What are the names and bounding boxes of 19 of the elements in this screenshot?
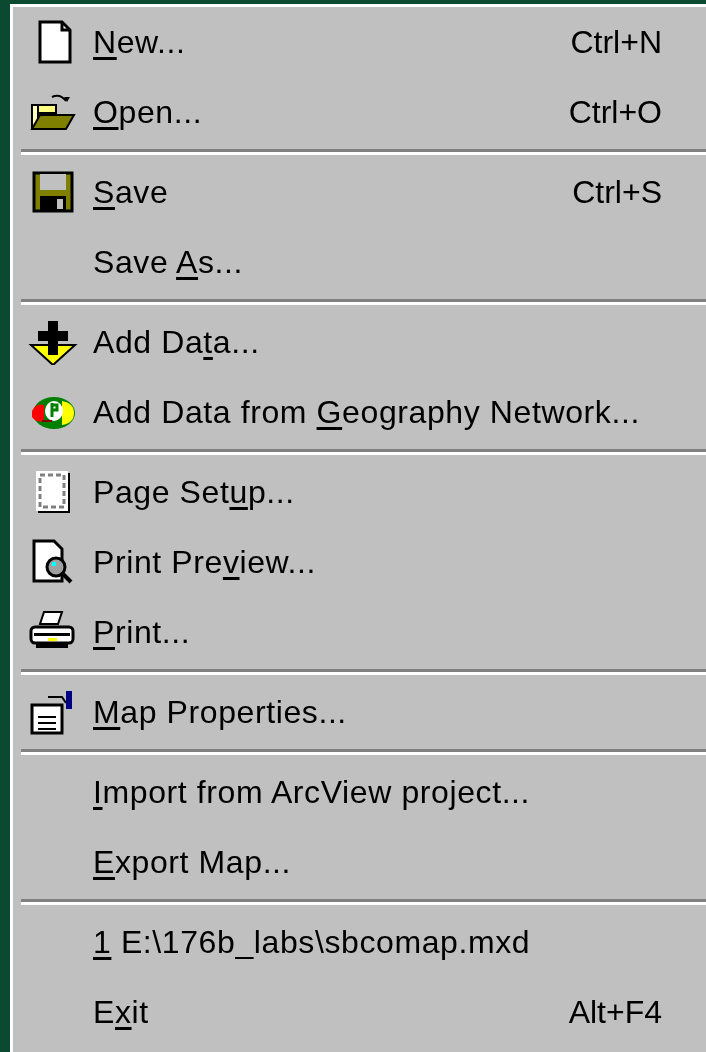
- shortcut-text: Ctrl+N: [570, 23, 662, 61]
- menu-item[interactable]: Save: [93, 173, 573, 211]
- shortcut-text: Ctrl+O: [568, 93, 662, 131]
- shortcut-text: Alt+F4: [568, 993, 662, 1031]
- menu-item[interactable]: New...: [93, 23, 571, 61]
- menu-item[interactable]: Map Properties...: [93, 693, 662, 731]
- menu-item[interactable]: 1 E:\176b_labs\sbcomap.mxd: [93, 923, 662, 961]
- menu-item[interactable]: Save As...: [93, 243, 662, 281]
- shortcut-text: Ctrl+S: [572, 173, 662, 211]
- menu-item[interactable]: Page Setup...: [93, 473, 662, 511]
- menu-item[interactable]: Open...: [93, 93, 569, 131]
- plus-arrow-icon: [28, 319, 78, 365]
- menu-item[interactable]: Print...: [93, 613, 662, 651]
- menu-item[interactable]: Add Data...: [93, 323, 662, 361]
- menu-item[interactable]: Export Map...: [93, 843, 662, 881]
- menu-item[interactable]: Import from ArcView project...: [93, 773, 662, 811]
- menu-item[interactable]: Exit: [93, 993, 569, 1031]
- menu-item[interactable]: Add Data from Geography Network...: [93, 393, 662, 431]
- menu-item[interactable]: Print Preview...: [93, 543, 662, 581]
